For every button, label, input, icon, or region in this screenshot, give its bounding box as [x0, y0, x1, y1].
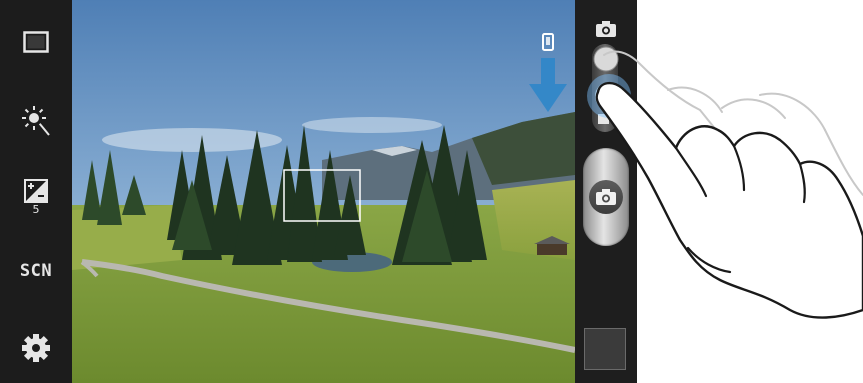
exposure-button[interactable]: 5 [0, 170, 72, 224]
exposure-value: 5 [32, 202, 40, 216]
mode-switch-knob[interactable] [593, 46, 619, 72]
brightness-button[interactable] [0, 92, 72, 150]
right-toolbar [575, 0, 637, 383]
settings-button[interactable] [0, 326, 72, 370]
camera-icon [596, 21, 616, 37]
settings-gear-icon [22, 334, 50, 362]
aspect-ratio-icon [23, 31, 49, 53]
shutter-button[interactable] [583, 148, 629, 246]
brightness-icon [22, 106, 50, 136]
camera-icon [596, 189, 616, 205]
gallery-thumbnail[interactable] [584, 328, 626, 370]
scene-mode-label: SCN [19, 261, 53, 281]
exposure-icon [24, 178, 48, 203]
shutter-inner [589, 180, 623, 214]
camera-viewfinder[interactable] [72, 0, 575, 383]
aspect-ratio-button[interactable] [0, 16, 72, 68]
left-toolbar: 5 SCN [0, 0, 72, 383]
viewfinder-scene [72, 0, 575, 383]
scene-mode-button[interactable]: SCN [0, 252, 72, 290]
video-icon [598, 114, 614, 124]
